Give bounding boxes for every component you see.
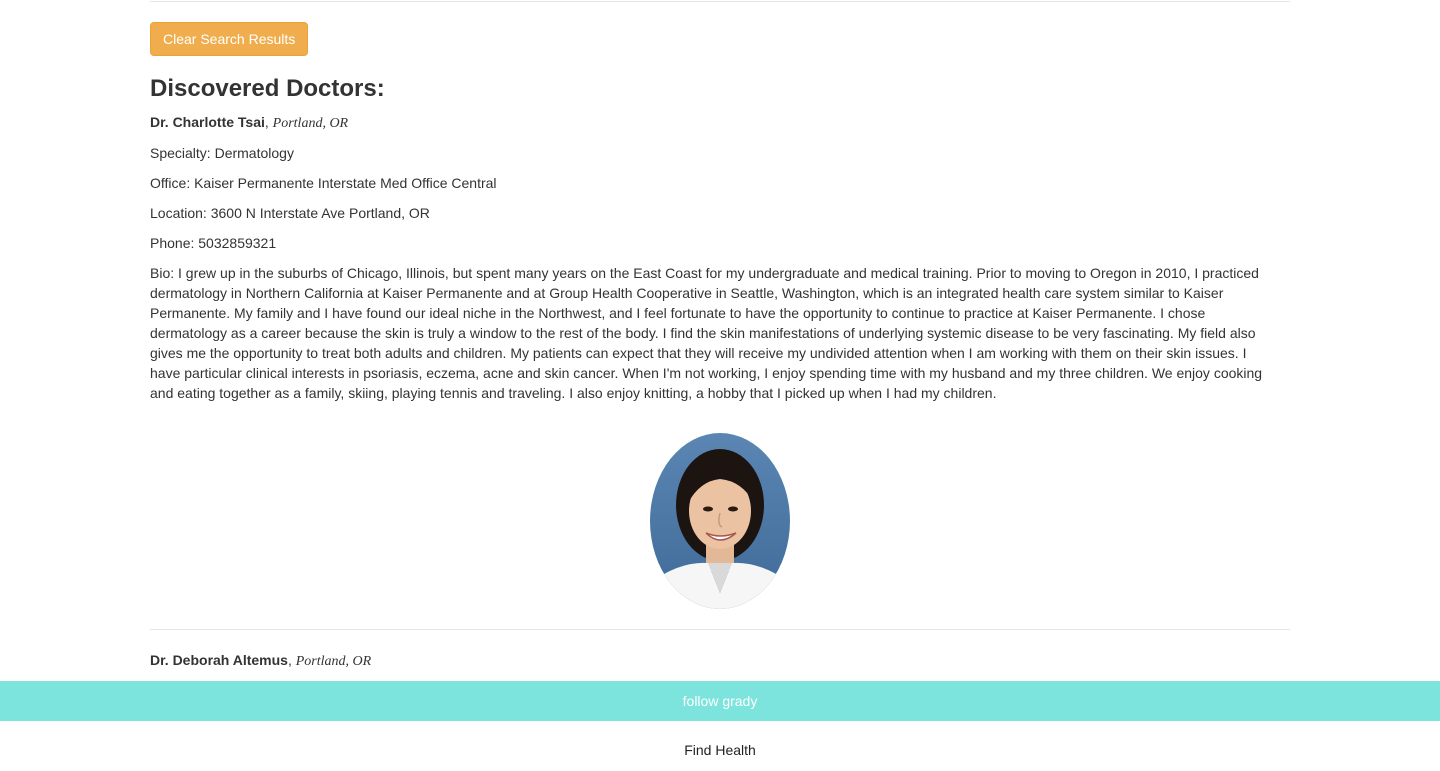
follow-grady-link[interactable]: follow grady [683, 693, 758, 709]
clear-search-results-button[interactable]: Clear Search Results [150, 22, 309, 56]
doctor-name: Dr. Deborah Altemus [150, 652, 288, 668]
doctor-bio: Bio: I grew up in the suburbs of Chicago… [150, 265, 1263, 401]
result-divider [150, 629, 1290, 630]
doctor-office: Office: Kaiser Permanente Interstate Med… [150, 175, 497, 191]
doctor-specialty: Specialty: Dermatology [150, 145, 294, 161]
doctor-portrait-image [650, 433, 790, 609]
doctor-name: Dr. Charlotte Tsai [150, 114, 265, 130]
name-separator: , [287, 652, 296, 668]
page-title: Discovered Doctors: [150, 75, 385, 102]
doctor-header: Dr. Deborah Altemus, Portland, OR [150, 650, 371, 672]
follow-bar: follow grady [0, 681, 1440, 721]
doctor-phone: Phone: 5032859321 [150, 235, 277, 251]
top-divider [150, 1, 1290, 2]
doctor-header: Dr. Charlotte Tsai, Portland, OR [150, 112, 348, 134]
doctor-location: Location: 3600 N Interstate Ave Portland… [150, 205, 430, 221]
doctor-city: Portland, OR [272, 116, 349, 131]
page: Clear Search Results Discovered Doctors:… [0, 0, 1440, 771]
doctor-photo [650, 433, 790, 609]
name-separator: , [264, 114, 273, 130]
doctor-city: Portland, OR [295, 654, 372, 669]
find-health-link[interactable]: Find Health [0, 740, 1440, 760]
